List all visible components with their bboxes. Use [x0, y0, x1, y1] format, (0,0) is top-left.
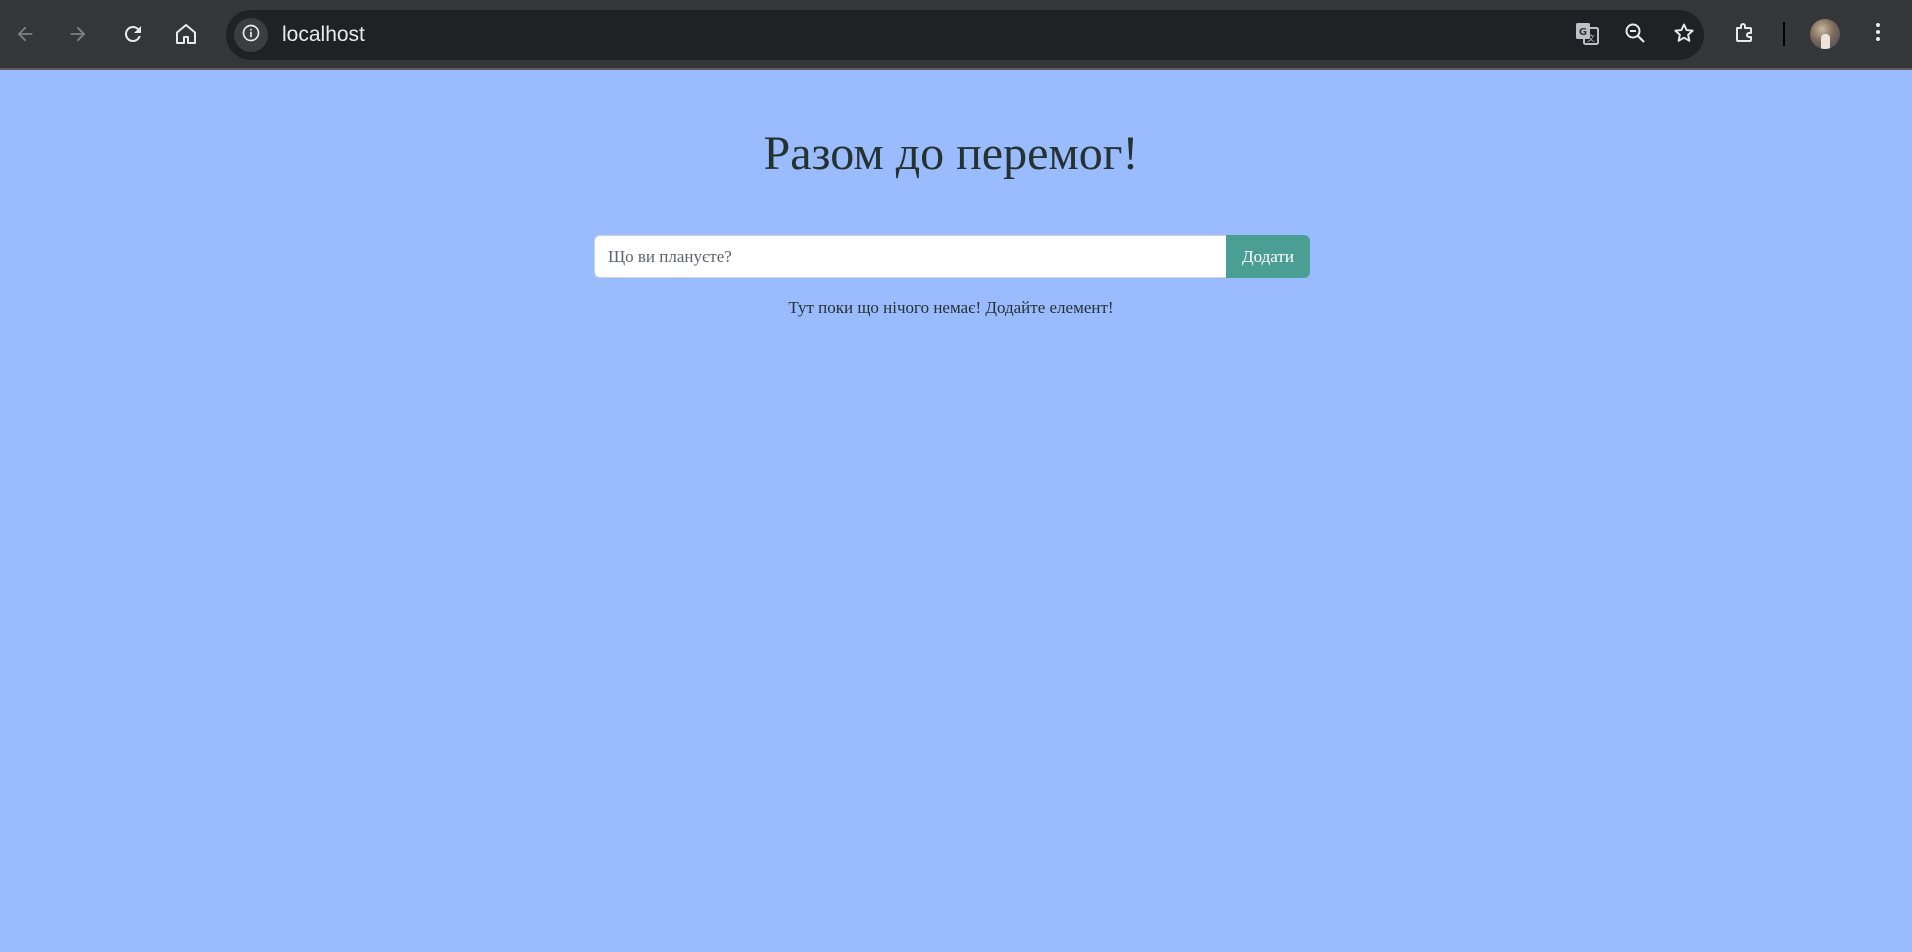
- zoom-out-icon: [1623, 21, 1647, 50]
- site-info-button[interactable]: [234, 18, 268, 52]
- kebab-menu-icon: [1866, 20, 1890, 49]
- arrow-left-icon: [14, 23, 36, 45]
- todo-form: Додати: [594, 235, 1310, 278]
- star-icon: [1672, 21, 1696, 50]
- back-button[interactable]: [7, 16, 43, 52]
- puzzle-icon: [1733, 20, 1757, 49]
- page-content: Разом до перемог! Додати Тут поки що ніч…: [0, 72, 1912, 952]
- menu-button[interactable]: [1860, 16, 1896, 52]
- zoom-button[interactable]: [1620, 20, 1650, 50]
- reload-icon: [121, 22, 145, 46]
- arrow-right-icon: [67, 23, 89, 45]
- info-icon: [241, 23, 261, 48]
- browser-toolbar: localhost G 文: [0, 0, 1912, 70]
- translate-button[interactable]: G 文: [1572, 20, 1602, 50]
- reload-button[interactable]: [115, 16, 151, 52]
- address-bar[interactable]: localhost G 文: [226, 10, 1704, 60]
- svg-text:文: 文: [1587, 33, 1595, 43]
- home-icon: [174, 22, 198, 46]
- forward-button[interactable]: [60, 16, 96, 52]
- svg-text:G: G: [1579, 27, 1587, 38]
- translate-icon: G 文: [1574, 20, 1600, 51]
- home-button[interactable]: [168, 16, 204, 52]
- bookmark-button[interactable]: [1669, 20, 1699, 50]
- profile-avatar[interactable]: [1810, 19, 1840, 49]
- empty-list-message: Тут поки що нічого немає! Додайте елемен…: [788, 298, 1114, 317]
- toolbar-divider: [1783, 22, 1785, 46]
- url-text[interactable]: localhost: [282, 10, 365, 60]
- todo-input[interactable]: [594, 235, 1226, 278]
- add-button[interactable]: Додати: [1226, 235, 1310, 278]
- page-title: Разом до перемог!: [763, 127, 1139, 180]
- extensions-button[interactable]: [1727, 16, 1763, 52]
